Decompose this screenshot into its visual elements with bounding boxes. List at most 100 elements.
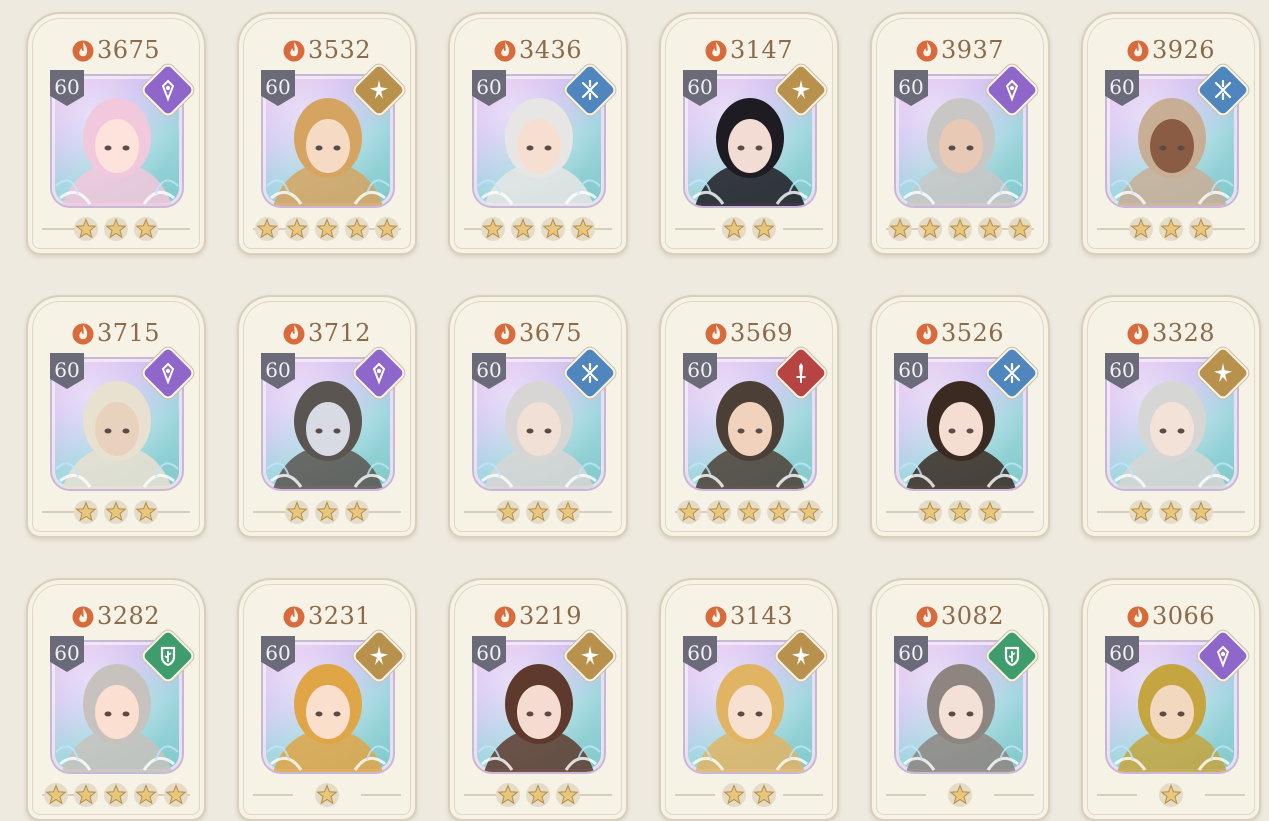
star-icon [374, 216, 400, 242]
power-value: 3147 [729, 36, 794, 64]
star-icon [570, 216, 596, 242]
star-rating [1083, 499, 1259, 525]
flame-icon [494, 321, 516, 351]
star-icon [314, 499, 340, 525]
power-value: 3231 [307, 602, 372, 630]
flame-icon [72, 321, 94, 351]
star-icon [73, 782, 99, 808]
character-card[interactable]: 3143 60 [659, 578, 839, 821]
flame-icon [494, 604, 516, 634]
character-card[interactable]: 3066 60 [1081, 578, 1261, 821]
flame-icon [705, 604, 727, 634]
star-icon [977, 499, 1003, 525]
power-display: 3436 [450, 36, 626, 68]
star-rating [239, 782, 415, 808]
flame-icon [916, 321, 938, 351]
star-icon [495, 782, 521, 808]
star-icon [284, 499, 310, 525]
character-card[interactable]: 3328 60 [1081, 295, 1261, 538]
star-icon [254, 216, 280, 242]
power-value: 3532 [307, 36, 372, 64]
star-icon [676, 499, 702, 525]
star-rating [1083, 216, 1259, 242]
power-value: 3328 [1151, 319, 1216, 347]
character-card[interactable]: 3231 60 [237, 578, 417, 821]
character-card[interactable]: 3715 60 [26, 295, 206, 538]
power-value: 3066 [1151, 602, 1216, 630]
flame-icon [283, 604, 305, 634]
star-icon [480, 216, 506, 242]
character-card[interactable]: 3147 60 [659, 12, 839, 255]
character-card[interactable]: 3712 60 [237, 295, 417, 538]
power-display: 3675 [450, 319, 626, 351]
power-display: 3926 [1083, 36, 1259, 68]
star-icon [73, 216, 99, 242]
flame-icon [72, 604, 94, 634]
star-icon [736, 499, 762, 525]
power-display: 3066 [1083, 602, 1259, 634]
star-rating [661, 216, 837, 242]
character-card[interactable]: 3082 60 [870, 578, 1050, 821]
star-icon [540, 216, 566, 242]
character-card[interactable]: 3675 60 [448, 295, 628, 538]
power-value: 3926 [1151, 36, 1216, 64]
power-display: 3569 [661, 319, 837, 351]
star-icon [133, 216, 159, 242]
flame-icon [916, 38, 938, 68]
star-icon [751, 782, 777, 808]
character-card[interactable]: 3532 60 [237, 12, 417, 255]
flame-icon [1127, 604, 1149, 634]
star-rating [450, 782, 626, 808]
character-card[interactable]: 3569 60 [659, 295, 839, 538]
character-card[interactable]: 3937 60 [870, 12, 1050, 255]
power-display: 3282 [28, 602, 204, 634]
star-divider-left [886, 794, 926, 796]
star-icon [43, 782, 69, 808]
star-divider-right [1205, 794, 1245, 796]
power-value: 3082 [940, 602, 1005, 630]
star-divider-left [675, 794, 715, 796]
star-rating [28, 499, 204, 525]
power-display: 3143 [661, 602, 837, 634]
star-icon [555, 499, 581, 525]
star-icon [796, 499, 822, 525]
star-icon [314, 216, 340, 242]
star-divider-left [1097, 794, 1137, 796]
star-icon [1158, 499, 1184, 525]
star-divider-right [783, 228, 823, 230]
power-value: 3712 [307, 319, 372, 347]
star-rating [28, 782, 204, 808]
power-display: 3082 [872, 602, 1048, 634]
star-rating [239, 499, 415, 525]
flame-icon [1127, 321, 1149, 351]
character-card[interactable]: 3219 60 [448, 578, 628, 821]
star-rating [872, 499, 1048, 525]
power-display: 3328 [1083, 319, 1259, 351]
flame-icon [494, 38, 516, 68]
character-card[interactable]: 3436 60 [448, 12, 628, 255]
star-icon [917, 216, 943, 242]
star-divider-left [675, 228, 715, 230]
star-icon [1128, 499, 1154, 525]
power-display: 3231 [239, 602, 415, 634]
character-card[interactable]: 3926 60 [1081, 12, 1261, 255]
star-rating [450, 216, 626, 242]
star-icon [947, 782, 973, 808]
star-icon [751, 216, 777, 242]
flame-icon [1127, 38, 1149, 68]
flame-icon [705, 321, 727, 351]
power-value: 3282 [96, 602, 161, 630]
star-rating [28, 216, 204, 242]
star-icon [1188, 499, 1214, 525]
flame-icon [283, 38, 305, 68]
power-display: 3532 [239, 36, 415, 68]
character-card[interactable]: 3526 60 [870, 295, 1050, 538]
power-value: 3219 [518, 602, 583, 630]
flame-icon [283, 321, 305, 351]
star-icon [284, 216, 310, 242]
star-icon [977, 216, 1003, 242]
character-card[interactable]: 3675 60 [26, 12, 206, 255]
character-card[interactable]: 3282 60 [26, 578, 206, 821]
star-icon [721, 782, 747, 808]
star-divider-right [361, 794, 401, 796]
